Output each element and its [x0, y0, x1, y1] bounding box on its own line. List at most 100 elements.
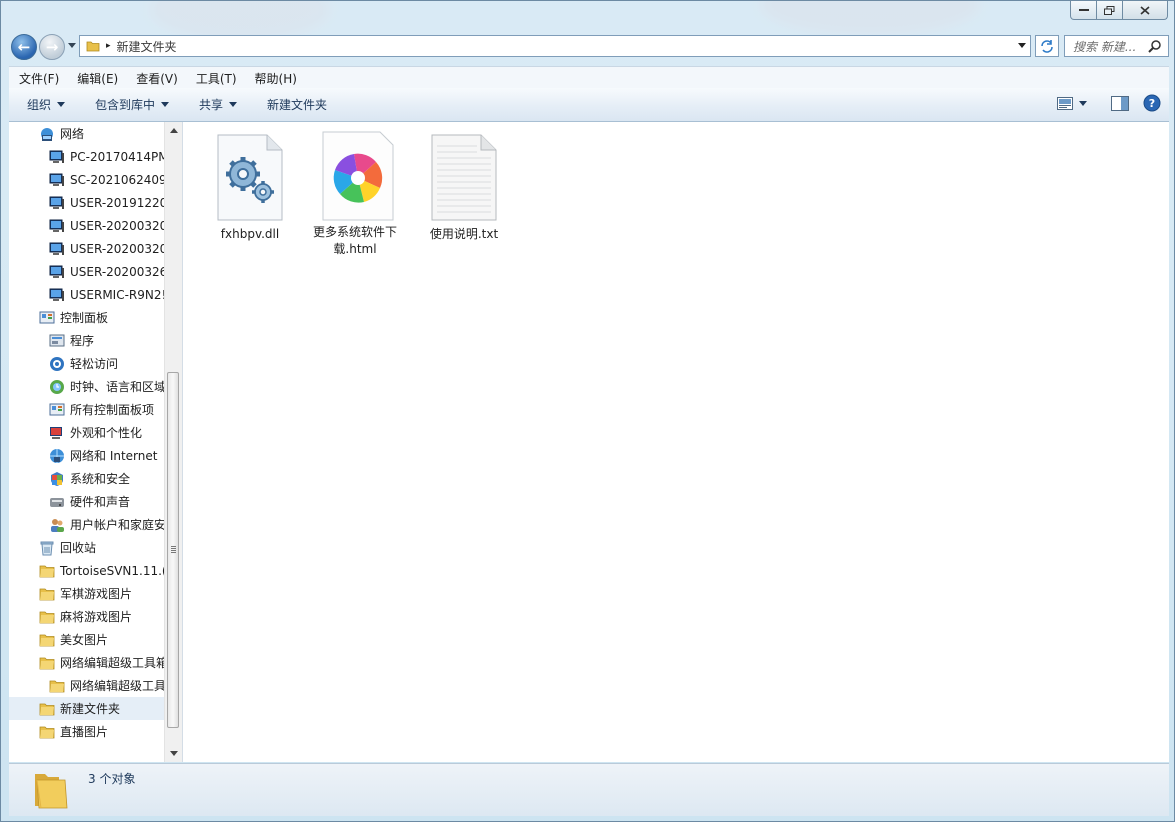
svg-text:?: ? [1149, 97, 1155, 110]
refresh-button[interactable] [1035, 35, 1059, 57]
scroll-up-button[interactable] [165, 122, 182, 139]
preview-pane-icon[interactable] [1111, 95, 1129, 111]
nav-item[interactable]: USER-20191220I [9, 191, 165, 214]
clock-language-icon [49, 379, 65, 395]
recycle-bin-icon [39, 540, 55, 556]
nav-item-label: 新建文件夹 [60, 702, 121, 716]
nav-item[interactable]: USER-20200320( [9, 237, 165, 260]
help-icon[interactable]: ? [1143, 94, 1161, 112]
nav-item-label: 硬件和声音 [70, 495, 131, 509]
dll-file-icon [215, 132, 285, 224]
file-item-dll[interactable]: fxhbpv.dll [202, 132, 298, 243]
nav-item-label: USER-20191220I [70, 195, 165, 210]
scroll-down-button[interactable] [165, 745, 182, 762]
nav-item[interactable]: 程序 [9, 329, 165, 352]
scroll-thumb[interactable] [167, 372, 179, 728]
nav-item-label: 网络编辑超级工具箱 [60, 656, 165, 670]
restore-icon [1104, 5, 1115, 15]
organize-button[interactable]: 组织 [9, 96, 77, 113]
chevron-down-icon [57, 102, 66, 107]
nav-item[interactable]: 军棋游戏图片 [9, 582, 165, 605]
folder-icon [39, 724, 55, 740]
menu-view[interactable]: 查看(V) [126, 70, 186, 87]
nav-item[interactable]: USER-20200320. [9, 214, 165, 237]
close-button[interactable] [1122, 1, 1168, 20]
chevron-down-icon [229, 102, 238, 107]
nav-item-label: 网络 [60, 127, 85, 141]
file-name-line2: 载.html [333, 242, 377, 256]
nav-item-label: 直播图片 [60, 725, 109, 739]
nav-item[interactable]: 外观和个性化 [9, 421, 165, 444]
nav-item-label: 时钟、语言和区域 [70, 380, 165, 394]
search-icon[interactable] [1148, 39, 1162, 53]
nav-item-label: PC-20170414PM [70, 149, 165, 164]
nav-item[interactable]: 新建文件夹 [9, 697, 165, 720]
view-controls: ? [1057, 94, 1161, 112]
nav-item-label: 麻将游戏图片 [60, 610, 133, 624]
nav-item[interactable]: 所有控制面板项 [9, 398, 165, 421]
file-item-html[interactable]: 更多系统软件下 载.html [307, 130, 403, 258]
file-item-txt[interactable]: 使用说明.txt [416, 132, 512, 243]
nav-item-label: 所有控制面板项 [70, 403, 155, 417]
menu-help[interactable]: 帮助(H) [245, 70, 305, 87]
computer-icon [49, 241, 65, 257]
nav-item[interactable]: USER-20200326\ [9, 260, 165, 283]
forward-button[interactable]: → [39, 34, 65, 60]
nav-item-label: USER-20200320. [70, 218, 165, 233]
file-list[interactable]: fxhbpv.dll 更多系统软件下 载.html 使用说明.txt [183, 122, 1169, 762]
menu-tools[interactable]: 工具(T) [186, 70, 245, 87]
folder-icon [39, 563, 55, 579]
history-dropdown-icon[interactable] [68, 43, 76, 48]
new-folder-button[interactable]: 新建文件夹 [249, 96, 339, 113]
nav-item[interactable]: 系统和安全 [9, 467, 165, 490]
nav-item[interactable]: 直播图片 [9, 720, 165, 743]
system-security-icon [49, 471, 65, 487]
browser-html-icon [320, 130, 394, 222]
nav-item[interactable]: TortoiseSVN1.11.( [9, 559, 165, 582]
search-input[interactable]: 搜索 新建... [1064, 35, 1169, 57]
control-panel-icon [49, 402, 65, 418]
organize-label: 组织 [27, 98, 52, 112]
hardware-sound-icon [49, 494, 65, 510]
nav-item[interactable]: USERMIC-R9N2! [9, 283, 165, 306]
nav-scrollbar[interactable] [164, 122, 182, 762]
breadcrumb-current[interactable]: 新建文件夹 [117, 38, 177, 55]
nav-item[interactable]: 麻将游戏图片 [9, 605, 165, 628]
address-dropdown-icon[interactable] [1018, 43, 1026, 48]
back-button[interactable]: ← [11, 34, 37, 60]
change-view-button[interactable] [1057, 96, 1087, 110]
nav-item[interactable]: 用户帐户和家庭安 [9, 513, 165, 536]
nav-item[interactable]: 控制面板 [9, 306, 165, 329]
chevron-down-icon [161, 102, 170, 107]
address-bar[interactable]: ▸ 新建文件夹 [79, 35, 1031, 57]
menu-file[interactable]: 文件(F) [9, 70, 67, 87]
chevron-down-icon[interactable] [1079, 100, 1087, 106]
nav-item[interactable]: 美女图片 [9, 628, 165, 651]
share-button[interactable]: 共享 [181, 96, 249, 113]
nav-item-label: 控制面板 [60, 311, 109, 325]
file-name: fxhbpv.dll [220, 227, 280, 241]
computer-icon [49, 287, 65, 303]
new-folder-label: 新建文件夹 [267, 98, 328, 112]
menu-edit[interactable]: 编辑(E) [67, 70, 126, 87]
nav-item[interactable]: 硬件和声音 [9, 490, 165, 513]
nav-item[interactable]: 网络编辑超级工具箱 [9, 651, 165, 674]
maximize-button[interactable] [1096, 1, 1123, 20]
nav-item[interactable]: 轻松访问 [9, 352, 165, 375]
nav-item[interactable]: 网络和 Internet [9, 444, 165, 467]
nav-item[interactable]: 网络 [9, 122, 165, 145]
control-panel-icon [39, 310, 55, 326]
navigation-pane: 网络 PC-20170414PM SC-20210624091 USER-201912… [9, 122, 183, 762]
folder-icon [39, 586, 55, 602]
nav-item[interactable]: 回收站 [9, 536, 165, 559]
nav-item-label: 美女图片 [60, 633, 109, 647]
include-library-button[interactable]: 包含到库中 [77, 96, 181, 113]
breadcrumb-separator[interactable]: ▸ [106, 41, 111, 51]
nav-item[interactable]: 网络编辑超级工具 [9, 674, 165, 697]
nav-item[interactable]: 时钟、语言和区域 [9, 375, 165, 398]
caption-buttons [1070, 1, 1168, 20]
nav-item[interactable]: SC-20210624091 [9, 168, 165, 191]
nav-item[interactable]: PC-20170414PM [9, 145, 165, 168]
minimize-button[interactable] [1070, 1, 1097, 20]
nav-item-label: 回收站 [60, 541, 97, 555]
